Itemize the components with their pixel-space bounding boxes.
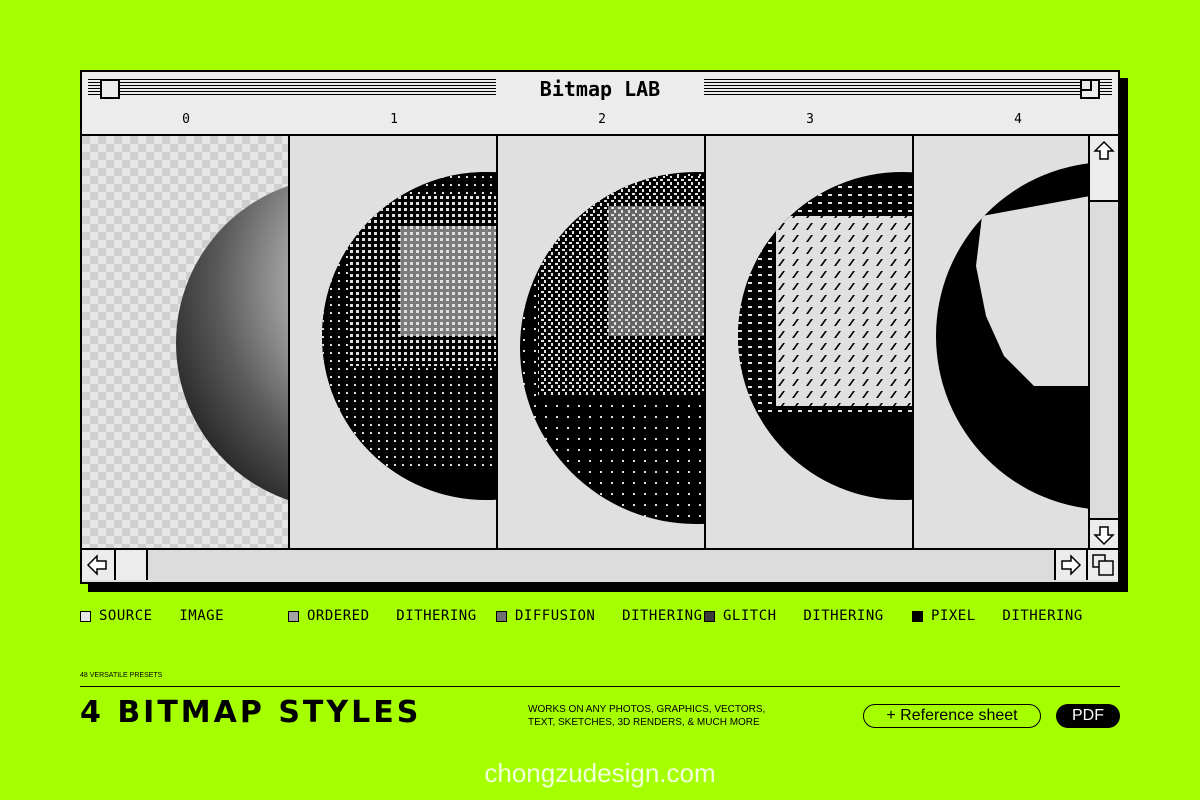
legend-label: PIXEL DITHERING xyxy=(931,608,1083,624)
legend-label: GLITCH DITHERING xyxy=(723,608,884,624)
panel-ordered-dithering xyxy=(290,136,498,552)
works-line-2: TEXT, SKETCHES, 3D RENDERS, & MUCH MORE xyxy=(528,717,760,728)
horizontal-scrollbar[interactable] xyxy=(82,548,1118,582)
works-line-1: WORKS ON ANY PHOTOS, GRAPHICS, VECTORS, xyxy=(528,704,766,715)
scroll-left-button[interactable] xyxy=(82,550,116,580)
legend-swatch xyxy=(704,610,715,622)
panel-diffusion-dithering xyxy=(498,136,706,552)
preview-panels xyxy=(82,136,1090,552)
legend-label: DIFFUSION DITHERING xyxy=(515,608,703,624)
arrow-down-icon xyxy=(1093,526,1115,546)
legend-item-diffusion: DIFFUSION DITHERING xyxy=(496,608,703,624)
watermark-text: chongzudesign.com xyxy=(484,758,716,788)
panel-source-image xyxy=(82,136,290,552)
legend-item-glitch: GLITCH DITHERING xyxy=(704,608,884,624)
legend-label: SOURCE IMAGE xyxy=(99,608,225,624)
presets-caption: 48 VERSATILE PRESETS xyxy=(80,672,163,679)
arrow-right-icon xyxy=(1061,554,1082,576)
bitmap-lab-window: Bitmap LAB 0 1 2 3 4 xyxy=(80,70,1120,584)
pdf-button[interactable]: PDF xyxy=(1056,704,1120,728)
panel-glitch-dithering xyxy=(706,136,914,552)
legend-swatch xyxy=(288,610,299,622)
column-header-bar: 0 1 2 3 4 xyxy=(82,106,1118,136)
works-description: WORKS ON ANY PHOTOS, GRAPHICS, VECTORS, … xyxy=(528,703,765,729)
arrow-left-icon xyxy=(86,554,107,576)
legend-swatch xyxy=(912,610,923,622)
scroll-down-button[interactable] xyxy=(1090,518,1118,552)
ordered-dithered-sphere xyxy=(322,172,496,500)
title-bar-stripes-right xyxy=(704,79,1112,97)
scroll-up-button[interactable] xyxy=(1090,136,1118,170)
horizontal-scroll-thumb[interactable] xyxy=(116,550,148,580)
column-number-4: 4 xyxy=(1014,112,1022,127)
footer-divider xyxy=(80,686,1120,687)
title-bar[interactable]: Bitmap LAB xyxy=(82,72,1118,108)
dithering-legend: SOURCE IMAGE ORDERED DITHERING DIFFUSION… xyxy=(80,608,1120,628)
close-box-icon[interactable] xyxy=(100,79,120,99)
title-bar-stripes-left xyxy=(88,79,496,97)
panel-pixel-dithering xyxy=(914,136,1090,552)
legend-label: ORDERED DITHERING xyxy=(307,608,477,624)
zoom-box-icon[interactable] xyxy=(1080,79,1100,99)
legend-item-pixel: PIXEL DITHERING xyxy=(912,608,1083,624)
legend-item-source: SOURCE IMAGE xyxy=(80,608,224,624)
legend-item-ordered: ORDERED DITHERING xyxy=(288,608,477,624)
reference-sheet-button[interactable]: + Reference sheet xyxy=(863,704,1041,728)
vertical-scrollbar[interactable] xyxy=(1088,136,1118,552)
diffusion-dithered-sphere xyxy=(520,172,704,524)
column-number-0: 0 xyxy=(182,112,190,127)
resize-icon xyxy=(1092,554,1114,576)
legend-swatch xyxy=(496,610,507,622)
source-sphere-image xyxy=(82,136,288,552)
footer-title: 4 BITMAP STYLES xyxy=(80,695,422,730)
column-number-3: 3 xyxy=(806,112,814,127)
window-title: Bitmap LAB xyxy=(525,75,675,103)
glitch-dithered-sphere xyxy=(738,172,912,500)
column-number-2: 2 xyxy=(598,112,606,127)
arrow-up-icon xyxy=(1093,140,1115,160)
vertical-scroll-thumb[interactable] xyxy=(1090,168,1118,202)
resize-grow-box[interactable] xyxy=(1086,550,1118,580)
pixel-dithered-sphere xyxy=(936,162,1090,510)
scroll-right-button[interactable] xyxy=(1054,550,1086,580)
legend-swatch xyxy=(80,610,91,622)
column-number-1: 1 xyxy=(390,112,398,127)
